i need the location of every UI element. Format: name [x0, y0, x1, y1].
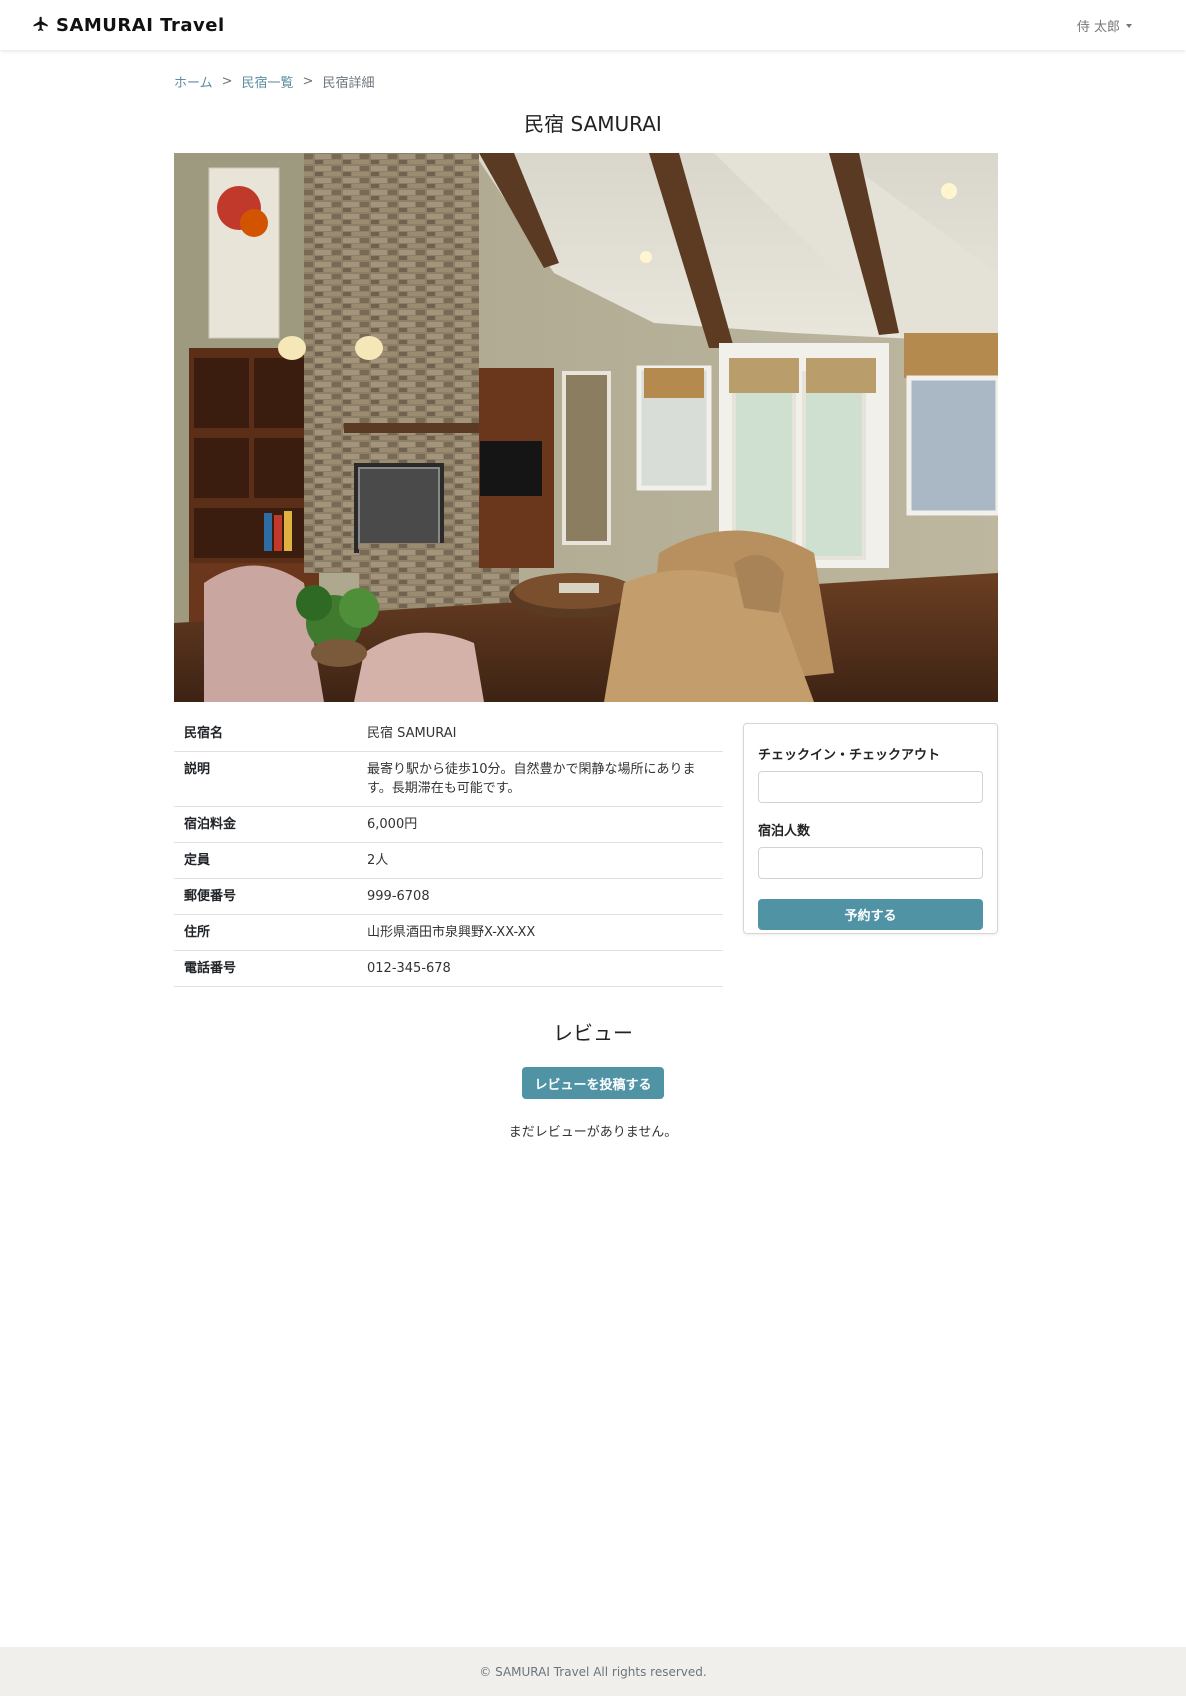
detail-value: 999-6708 — [357, 878, 723, 915]
inn-details-table: 民宿名 民宿 SAMURAI 説明 最寄り駅から徒歩10分。自然豊かで閑静な場所… — [174, 716, 723, 987]
detail-value: 012-345-678 — [357, 950, 723, 987]
detail-value: 民宿 SAMURAI — [357, 716, 723, 752]
caret-down-icon — [1126, 24, 1132, 28]
detail-value: 2人 — [357, 842, 723, 879]
navbar: SAMURAI Travel 侍 太郎 — [0, 0, 1186, 50]
table-row: 宿泊料金 6,000円 — [174, 806, 723, 843]
brand-logo-link[interactable]: SAMURAI Travel — [32, 15, 225, 36]
breadcrumb-home-link[interactable]: ホーム — [174, 72, 213, 91]
reviews-title: レビュー — [553, 1021, 633, 1045]
detail-value: 6,000円 — [357, 806, 723, 843]
table-row: 民宿名 民宿 SAMURAI — [174, 716, 723, 752]
user-menu-dropdown[interactable]: 侍 太郎 — [1077, 16, 1132, 35]
reserve-button[interactable]: 予約する — [758, 899, 983, 930]
guests-input[interactable] — [758, 847, 983, 879]
breadcrumb-list-link[interactable]: 民宿一覧 — [242, 72, 294, 91]
guests-label: 宿泊人数 — [758, 824, 811, 839]
table-row: 定員 2人 — [174, 842, 723, 879]
detail-value: 最寄り駅から徒歩10分。自然豊かで閑静な場所にあります。長期滞在も可能です。 — [357, 751, 723, 807]
user-name: 侍 太郎 — [1076, 19, 1120, 35]
breadcrumb-separator: > — [221, 74, 233, 89]
brand-name: SAMURAI Travel — [56, 14, 225, 36]
breadcrumb-separator: > — [302, 74, 314, 89]
living-room-image — [174, 153, 998, 702]
detail-label: 宿泊料金 — [174, 806, 357, 843]
detail-label: 電話番号 — [174, 950, 357, 987]
detail-label: 定員 — [174, 842, 357, 879]
airplane-icon — [33, 16, 48, 31]
post-review-button[interactable]: レビューを投稿する — [522, 1067, 664, 1099]
reservation-card: チェックイン・チェックアウト 宿泊人数 予約する — [743, 723, 998, 934]
detail-label: 住所 — [174, 914, 357, 951]
table-row: 住所 山形県酒田市泉興野X-XX-XX — [174, 914, 723, 951]
no-reviews-message: まだレビューがありません。 — [508, 1125, 678, 1140]
footer-copyright: © SAMURAI Travel All rights reserved. — [479, 1664, 707, 1679]
review-button-wrap: レビューを投稿する — [0, 1067, 1186, 1099]
detail-label: 郵便番号 — [174, 878, 357, 915]
breadcrumb: ホーム > 民宿一覧 > 民宿詳細 — [174, 72, 998, 91]
detail-value: 山形県酒田市泉興野X-XX-XX — [357, 914, 723, 951]
dates-label: チェックイン・チェックアウト — [758, 748, 941, 763]
table-row: 電話番号 012-345-678 — [174, 950, 723, 987]
checkin-checkout-input[interactable] — [758, 771, 983, 803]
table-row: 郵便番号 999-6708 — [174, 878, 723, 915]
breadcrumb-current: 民宿詳細 — [322, 76, 375, 91]
detail-label: 民宿名 — [174, 716, 357, 752]
inn-photo — [174, 153, 998, 702]
table-row: 説明 最寄り駅から徒歩10分。自然豊かで閑静な場所にあります。長期滞在も可能です… — [174, 751, 723, 807]
page-title: 民宿 SAMURAI — [524, 112, 662, 136]
detail-label: 説明 — [174, 751, 357, 807]
footer: © SAMURAI Travel All rights reserved. — [0, 1647, 1186, 1696]
